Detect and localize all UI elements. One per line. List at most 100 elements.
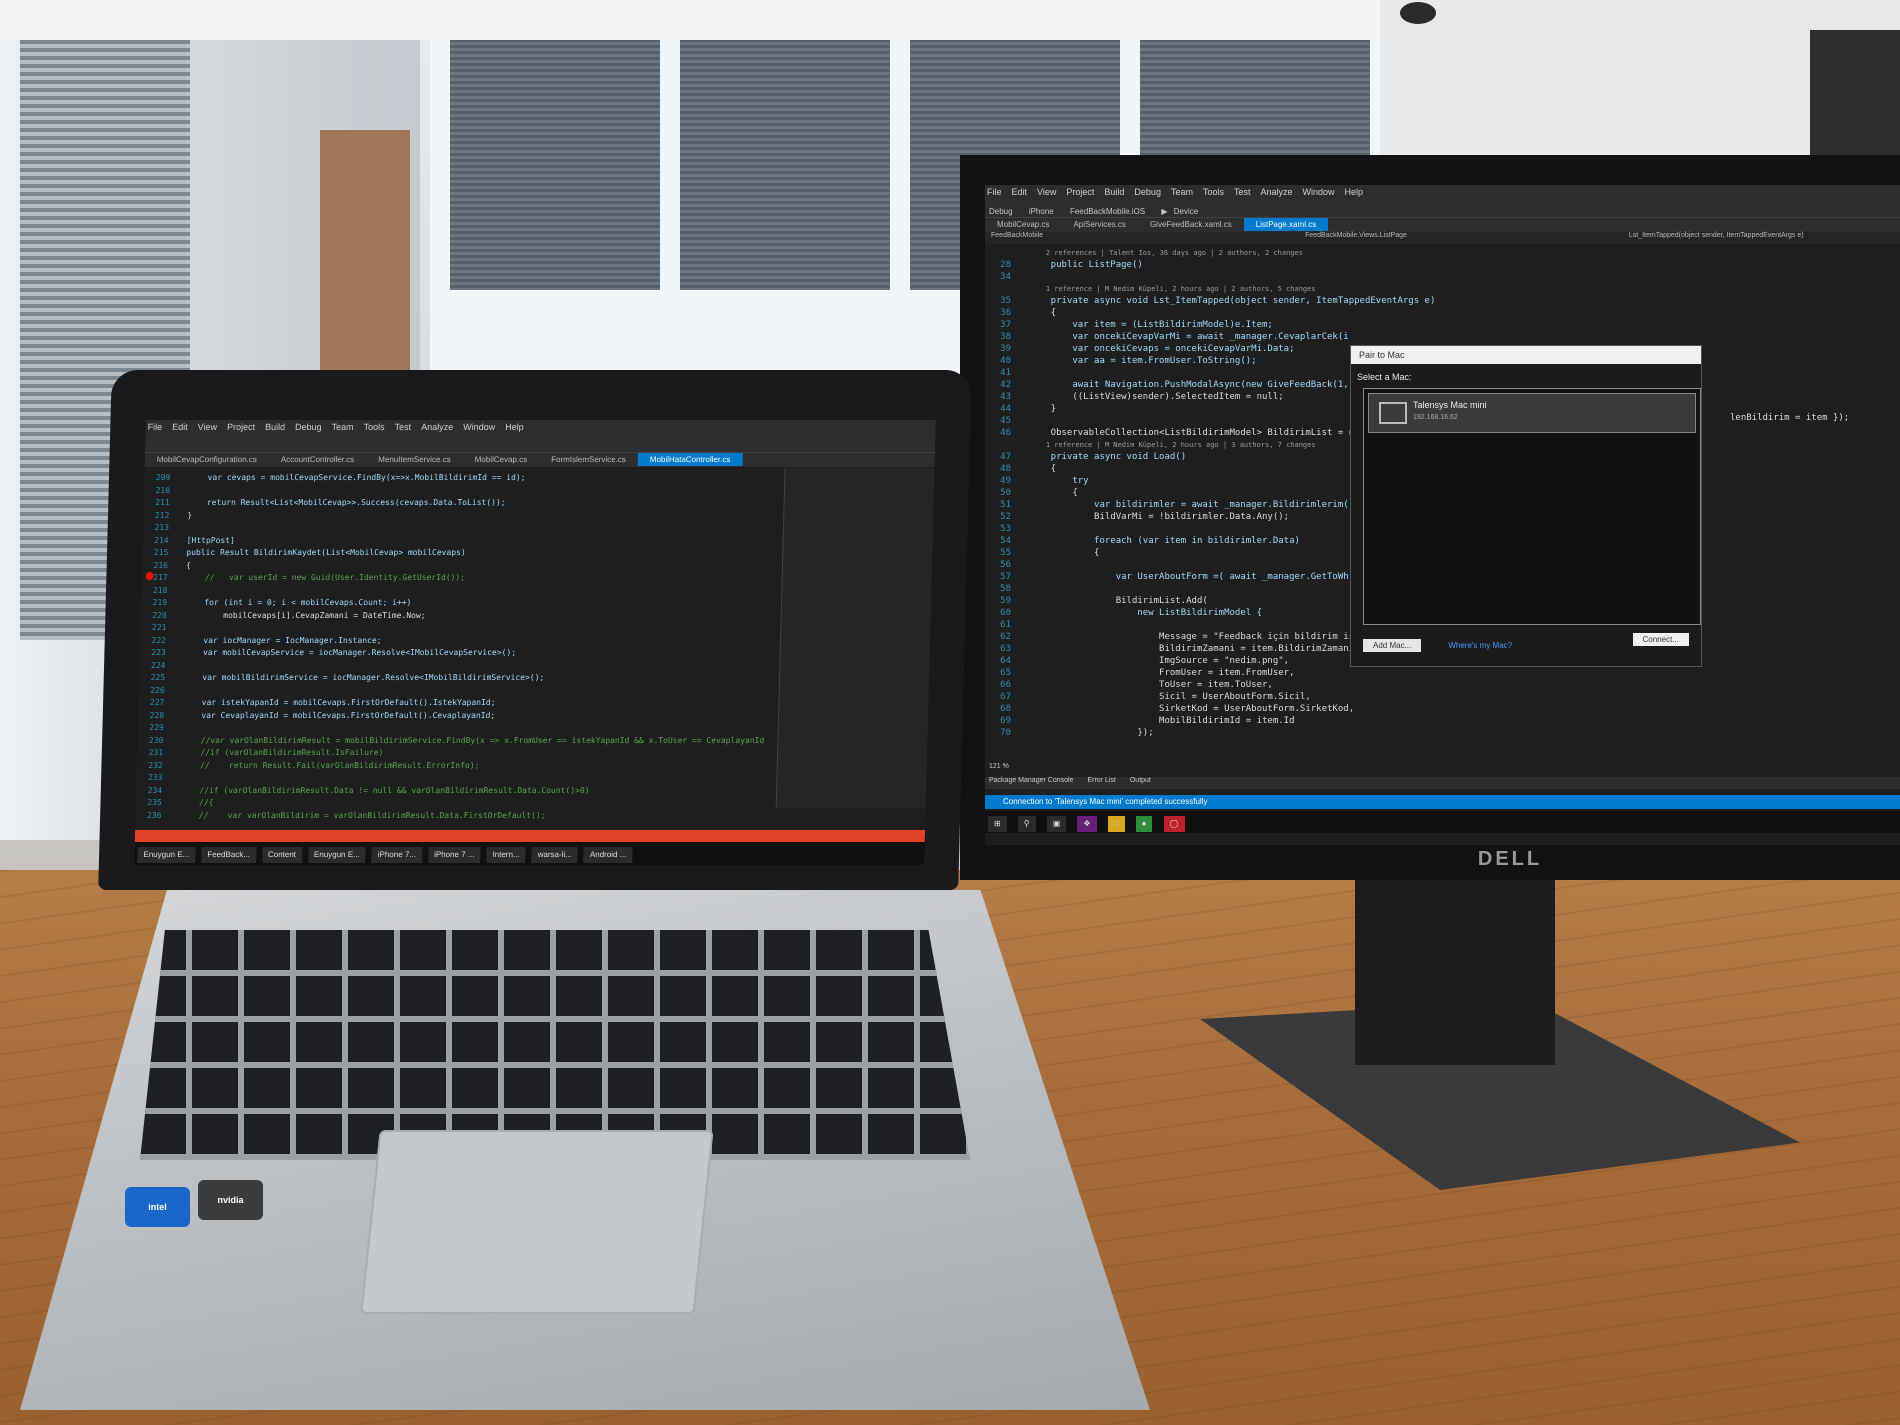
code-line: 209 var cevaps = mobilCevapService.FindB… [144, 472, 771, 485]
menu-item-project[interactable]: Project [227, 422, 255, 432]
menu-item-edit[interactable]: Edit [172, 422, 188, 432]
monitor-bottom-tabs: Package Manager Console Error List Output [985, 777, 1900, 789]
platform-dropdown[interactable]: iPhone [1029, 207, 1054, 216]
tab-file[interactable]: ListPage.xaml.cs [1243, 218, 1329, 231]
taskbar-app[interactable]: FeedBack... [201, 847, 257, 863]
where-is-my-mac-link[interactable]: Where's my Mac? [1438, 639, 1522, 652]
tab-file[interactable]: ApiServices.cs [1061, 218, 1137, 231]
folder-icon[interactable]: □ [1107, 816, 1125, 832]
taskbar-app[interactable]: Enuygun E... [137, 847, 196, 863]
taskbar-app[interactable]: Intern... [486, 847, 526, 863]
menu-item-build[interactable]: Build [265, 422, 285, 432]
line-number: 51 [1000, 500, 1011, 510]
line-number: 48 [1000, 464, 1011, 474]
menu-item-debug[interactable]: Debug [295, 422, 322, 432]
code-line: 226 [139, 685, 766, 698]
menu-item-team[interactable]: Team [1171, 187, 1193, 197]
line-number: 218 [152, 585, 168, 595]
tab-file[interactable]: FormIslemService.cs [539, 453, 638, 466]
project-dropdown[interactable]: FeedBackMobile.iOS [1070, 207, 1145, 216]
nav-member[interactable]: Lst_ItemTapped(object sender, ItemTapped… [1629, 232, 1804, 239]
line-number: 69 [1000, 716, 1011, 726]
tab-file[interactable]: MobilHataController.cs [637, 453, 743, 466]
add-mac-button[interactable]: Add Mac... [1363, 639, 1422, 652]
code-line: 36 { [985, 307, 1435, 319]
dialog-label: Select a Mac: [1357, 372, 1412, 382]
menu-item-file[interactable]: File [148, 422, 163, 432]
taskbar-app[interactable]: Enuygun E... [307, 847, 366, 863]
bottom-tab[interactable]: Output [1130, 777, 1151, 784]
laptop-code-editor[interactable]: 209 var cevaps = mobilCevapService.FindB… [135, 472, 771, 822]
visual-studio-icon[interactable]: ❖ [1077, 816, 1097, 832]
keyboard-rows [140, 930, 970, 1160]
connect-button[interactable]: Connect... [1632, 633, 1689, 646]
menu-item-edit[interactable]: Edit [1012, 187, 1028, 197]
task-view-icon[interactable]: ▣ [1046, 816, 1067, 832]
line-number: 227 [149, 698, 165, 707]
code-text: 1 reference | M Nedim Küpeli, 2 hours ag… [1029, 441, 1316, 449]
code-text: //var varOlanBildirimResult = mobilBildi… [181, 735, 765, 745]
line-number: 35 [1000, 296, 1011, 306]
tab-file[interactable]: GiveFeedBack.xaml.cs [1138, 218, 1244, 231]
tab-file[interactable]: MobilCevap.cs [985, 218, 1061, 231]
run-target-button[interactable]: ▶ Device [1161, 204, 1208, 216]
menu-item-analyze[interactable]: Analyze [1261, 187, 1293, 197]
menu-item-build[interactable]: Build [1104, 187, 1124, 197]
nav-project[interactable]: FeedBackMobile [991, 232, 1043, 239]
code-text: BildirimZamani = item.BildirimZamani, [1029, 644, 1360, 654]
menu-item-help[interactable]: Help [505, 422, 524, 432]
taskbar-app[interactable]: Android ... [583, 847, 633, 863]
code-line: 214 [HttpPost] [143, 535, 770, 548]
code-line: 218 [141, 585, 768, 598]
tab-file[interactable]: MobilCevapConfiguration.cs [145, 453, 269, 466]
line-number: 56 [1000, 560, 1011, 570]
monitor-zoom[interactable]: 121 % [989, 763, 1009, 770]
laptop-touchpad[interactable] [360, 1130, 714, 1314]
code-text: ((ListView)sender).SelectedItem = null; [1029, 392, 1284, 402]
pair-to-mac-dialog: Pair to Mac Select a Mac: Talensys Mac m… [1350, 345, 1702, 667]
menu-item-view[interactable]: View [198, 422, 218, 432]
taskbar-app[interactable]: iPhone 7 ... [427, 847, 481, 863]
menu-item-help[interactable]: Help [1345, 187, 1364, 197]
bottom-tab[interactable]: Error List [1087, 777, 1115, 784]
code-text: new ListBildirimModel { [1029, 608, 1262, 618]
tab-file[interactable]: AccountController.cs [269, 453, 367, 466]
config-dropdown[interactable]: Debug [989, 207, 1013, 216]
menu-item-file[interactable]: File [987, 187, 1002, 197]
chrome-icon[interactable]: ● [1135, 816, 1153, 832]
code-line: 227 var istekYapanId = mobilCevaps.First… [138, 697, 765, 710]
menu-item-analyze[interactable]: Analyze [421, 422, 453, 432]
tab-file[interactable]: MenuItemService.cs [366, 453, 463, 466]
menu-item-project[interactable]: Project [1066, 187, 1094, 197]
code-text: { [185, 560, 191, 570]
mac-list-item[interactable]: Talensys Mac mini 192.168.16.62 [1368, 393, 1696, 433]
taskbar-app[interactable]: Content [261, 847, 303, 863]
monitor-screen: File Edit View Project Build Debug Team Tools Te… [985, 185, 1900, 845]
opera-icon[interactable]: ◯ [1163, 816, 1185, 832]
code-text: var UserAboutForm =( await _manager.GetT… [1029, 572, 1349, 582]
menu-item-window[interactable]: Window [1303, 187, 1335, 197]
menu-item-tools[interactable]: Tools [1203, 187, 1224, 197]
line-number: 61 [1000, 620, 1011, 630]
menu-item-test[interactable]: Test [394, 422, 411, 432]
line-number: 42 [1000, 380, 1011, 390]
line-number: 63 [1000, 644, 1011, 654]
menu-item-test[interactable]: Test [1234, 187, 1251, 197]
nav-class[interactable]: FeedBackMobile.Views.ListPage [1305, 232, 1407, 239]
tab-file[interactable]: MobilCevap.cs [463, 453, 540, 466]
search-icon[interactable]: ⚲ [1017, 816, 1036, 832]
line-number: 213 [154, 523, 170, 532]
taskbar-app[interactable]: warsa-li... [531, 847, 579, 863]
bottom-tab[interactable]: Package Manager Console [989, 777, 1073, 784]
menu-item-view[interactable]: View [1037, 187, 1056, 197]
code-text: { [1029, 464, 1057, 474]
menu-item-team[interactable]: Team [331, 422, 353, 432]
taskbar-app[interactable]: iPhone 7... [371, 847, 423, 863]
code-text: { [1029, 548, 1100, 558]
start-button[interactable]: ⊞ [988, 816, 1007, 832]
menu-item-tools[interactable]: Tools [363, 422, 384, 432]
menu-item-window[interactable]: Window [463, 422, 495, 432]
menu-item-debug[interactable]: Debug [1134, 187, 1161, 197]
code-text: return Result<List<MobilCevap>>.Success(… [187, 498, 506, 507]
code-text: var istekYapanId = mobilCevaps.FirstOrDe… [182, 698, 496, 707]
